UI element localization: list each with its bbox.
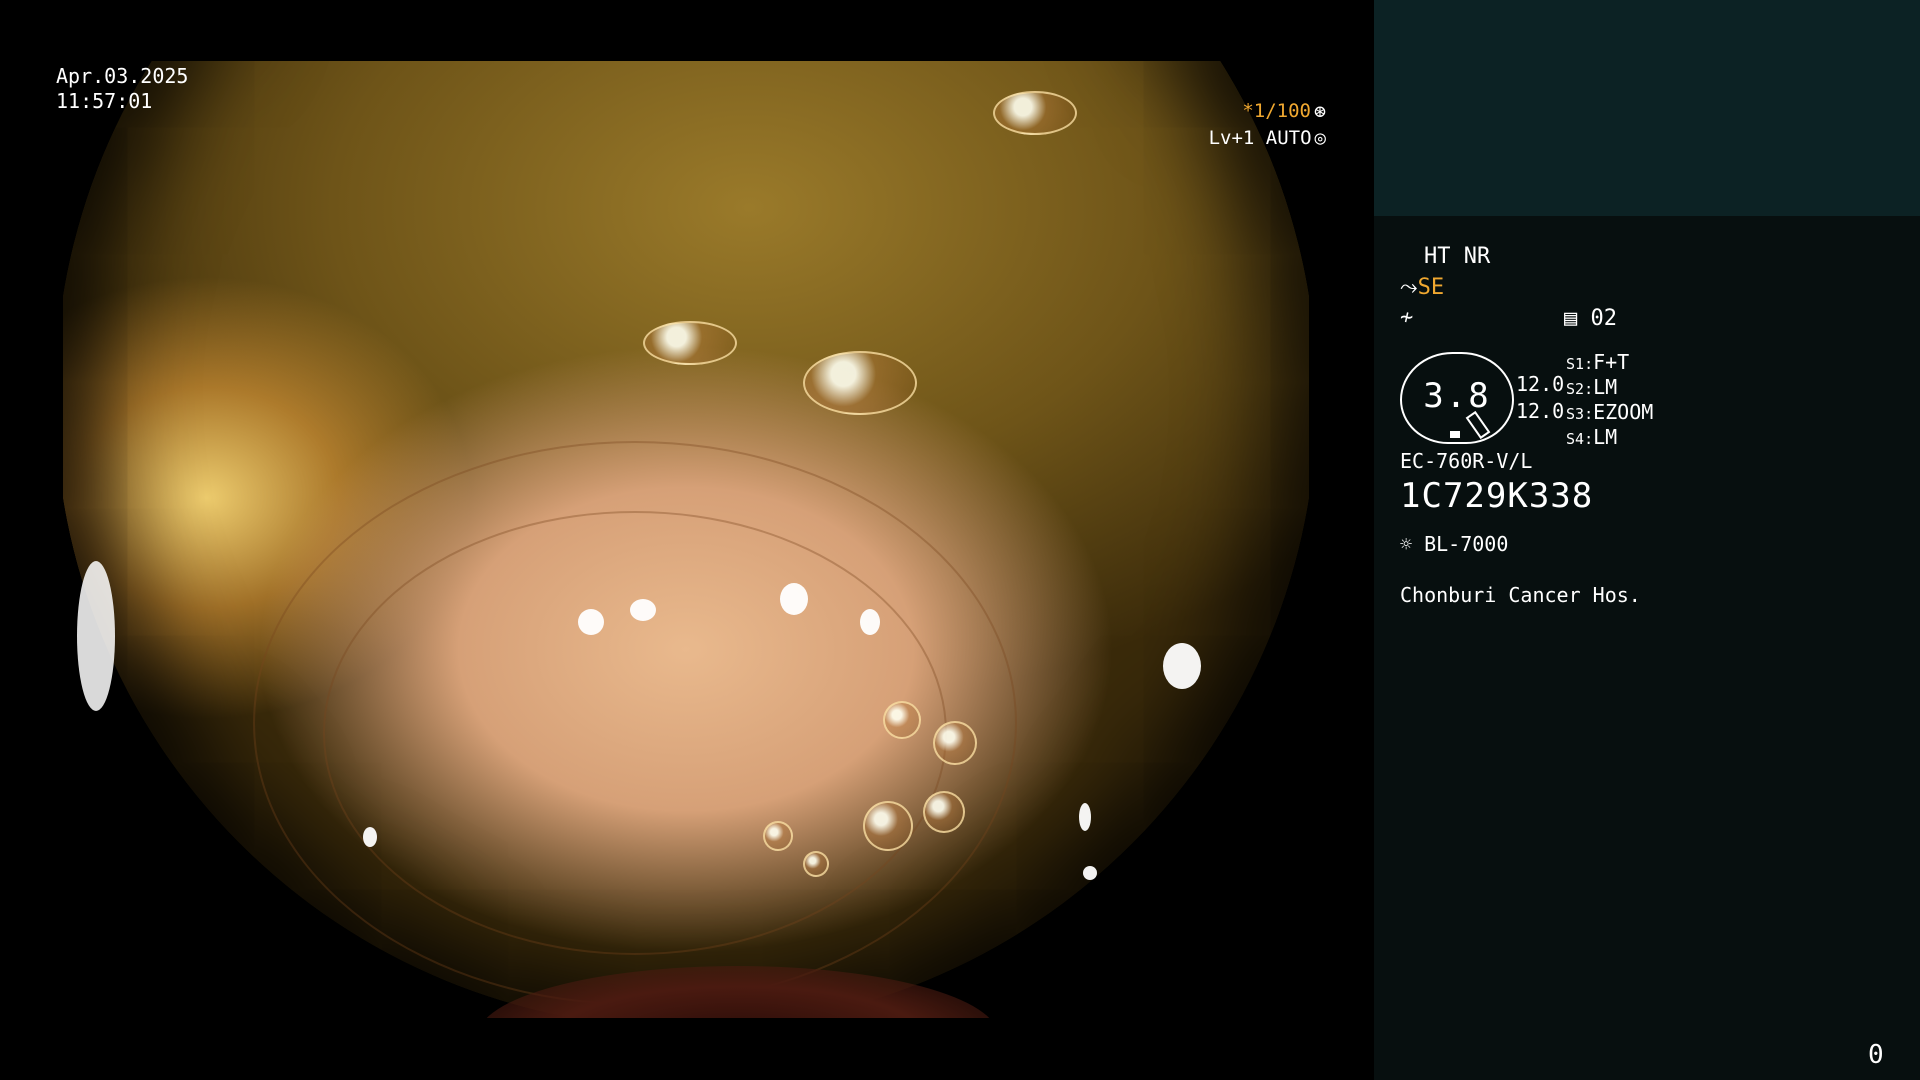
light-reflection (1083, 866, 1097, 880)
mode-label: HT NR (1424, 244, 1491, 269)
hospital-name: Chonburi Cancer Hos. (1400, 583, 1641, 607)
date: Apr.03.2025 (56, 64, 189, 88)
preset-row: ▤ 02 (1564, 306, 1617, 331)
setting-s3: S3:EZOOM (1566, 400, 1654, 424)
light-source: BL-7000 (1424, 532, 1509, 556)
light-reflection (1079, 803, 1091, 831)
setting-value: F+T (1593, 350, 1630, 374)
setting-value: EZOOM (1593, 400, 1654, 424)
dial-left-value: 12.0 (1516, 372, 1565, 396)
endoscope-image (63, 61, 1309, 1018)
dial-right-value: 12.0 (1516, 399, 1565, 423)
light-reflection (780, 583, 808, 615)
mucosal-fold (323, 511, 947, 955)
scope-model: EC-760R-V/L (1400, 449, 1533, 473)
setting-value: LM (1593, 375, 1618, 399)
bubble (923, 791, 965, 833)
light-reflection (77, 561, 115, 711)
zoom-dial: 3.8 (1400, 352, 1514, 444)
light-reflection (363, 827, 377, 847)
dial-value: 3.8 (1423, 376, 1491, 416)
se-label: SE (1417, 275, 1445, 300)
memo-icon: ▤ (1564, 306, 1578, 331)
setting-key: S3 (1566, 405, 1585, 423)
shutter-speed: *1/100 ⊛ (1242, 99, 1326, 123)
lamp-icon: ☼ (1400, 532, 1413, 556)
setting-key: S1 (1566, 355, 1585, 373)
setting-s4: S4:LM (1566, 425, 1618, 449)
bubble (763, 821, 793, 851)
panel-header (1374, 0, 1920, 216)
light-reflection (630, 599, 656, 621)
light-reflection (578, 609, 604, 635)
setting-s1: S1:F+T (1566, 350, 1630, 374)
enhancement-icon: ⤳ (1400, 275, 1418, 300)
brightness-level: Lv+1 AUTO ◎ (1209, 127, 1326, 149)
se-row: ⤳SE (1400, 275, 1444, 300)
scope-serial: 1C729K338 (1400, 476, 1594, 516)
endoscopy-display: Apr.03.2025 11:57:01 *1/100 ⊛ Lv+1 AUTO … (0, 0, 1920, 1080)
bubble (933, 721, 977, 765)
shutter-icon: ⊛ (1313, 99, 1326, 123)
time: 11:57:01 (56, 89, 153, 113)
level-value: Lv+1 AUTO (1208, 127, 1312, 149)
dial-marker (1450, 431, 1460, 438)
bubble (803, 351, 917, 415)
bubble (863, 801, 913, 851)
setting-value: LM (1593, 425, 1618, 449)
info-panel (1374, 216, 1920, 1080)
not-equal-icon: ≁ (1400, 305, 1414, 330)
bubble (803, 851, 829, 877)
light-reflection (860, 609, 880, 635)
shutter-value: *1/100 (1242, 100, 1311, 122)
setting-key: S2 (1566, 380, 1585, 398)
bubble (993, 91, 1077, 135)
bubble (643, 321, 737, 365)
bubble (883, 701, 921, 739)
setting-s2: S2:LM (1566, 375, 1618, 399)
frame-counter: 0 (1868, 1040, 1884, 1070)
preset-number: 02 (1590, 306, 1618, 331)
setting-key: S4 (1566, 430, 1585, 448)
light-reflection (1163, 643, 1201, 689)
iris-icon: ◎ (1314, 127, 1326, 149)
light-source-row: ☼ BL-7000 (1400, 532, 1508, 556)
timestamp: Apr.03.2025 11:57:01 (56, 64, 188, 114)
